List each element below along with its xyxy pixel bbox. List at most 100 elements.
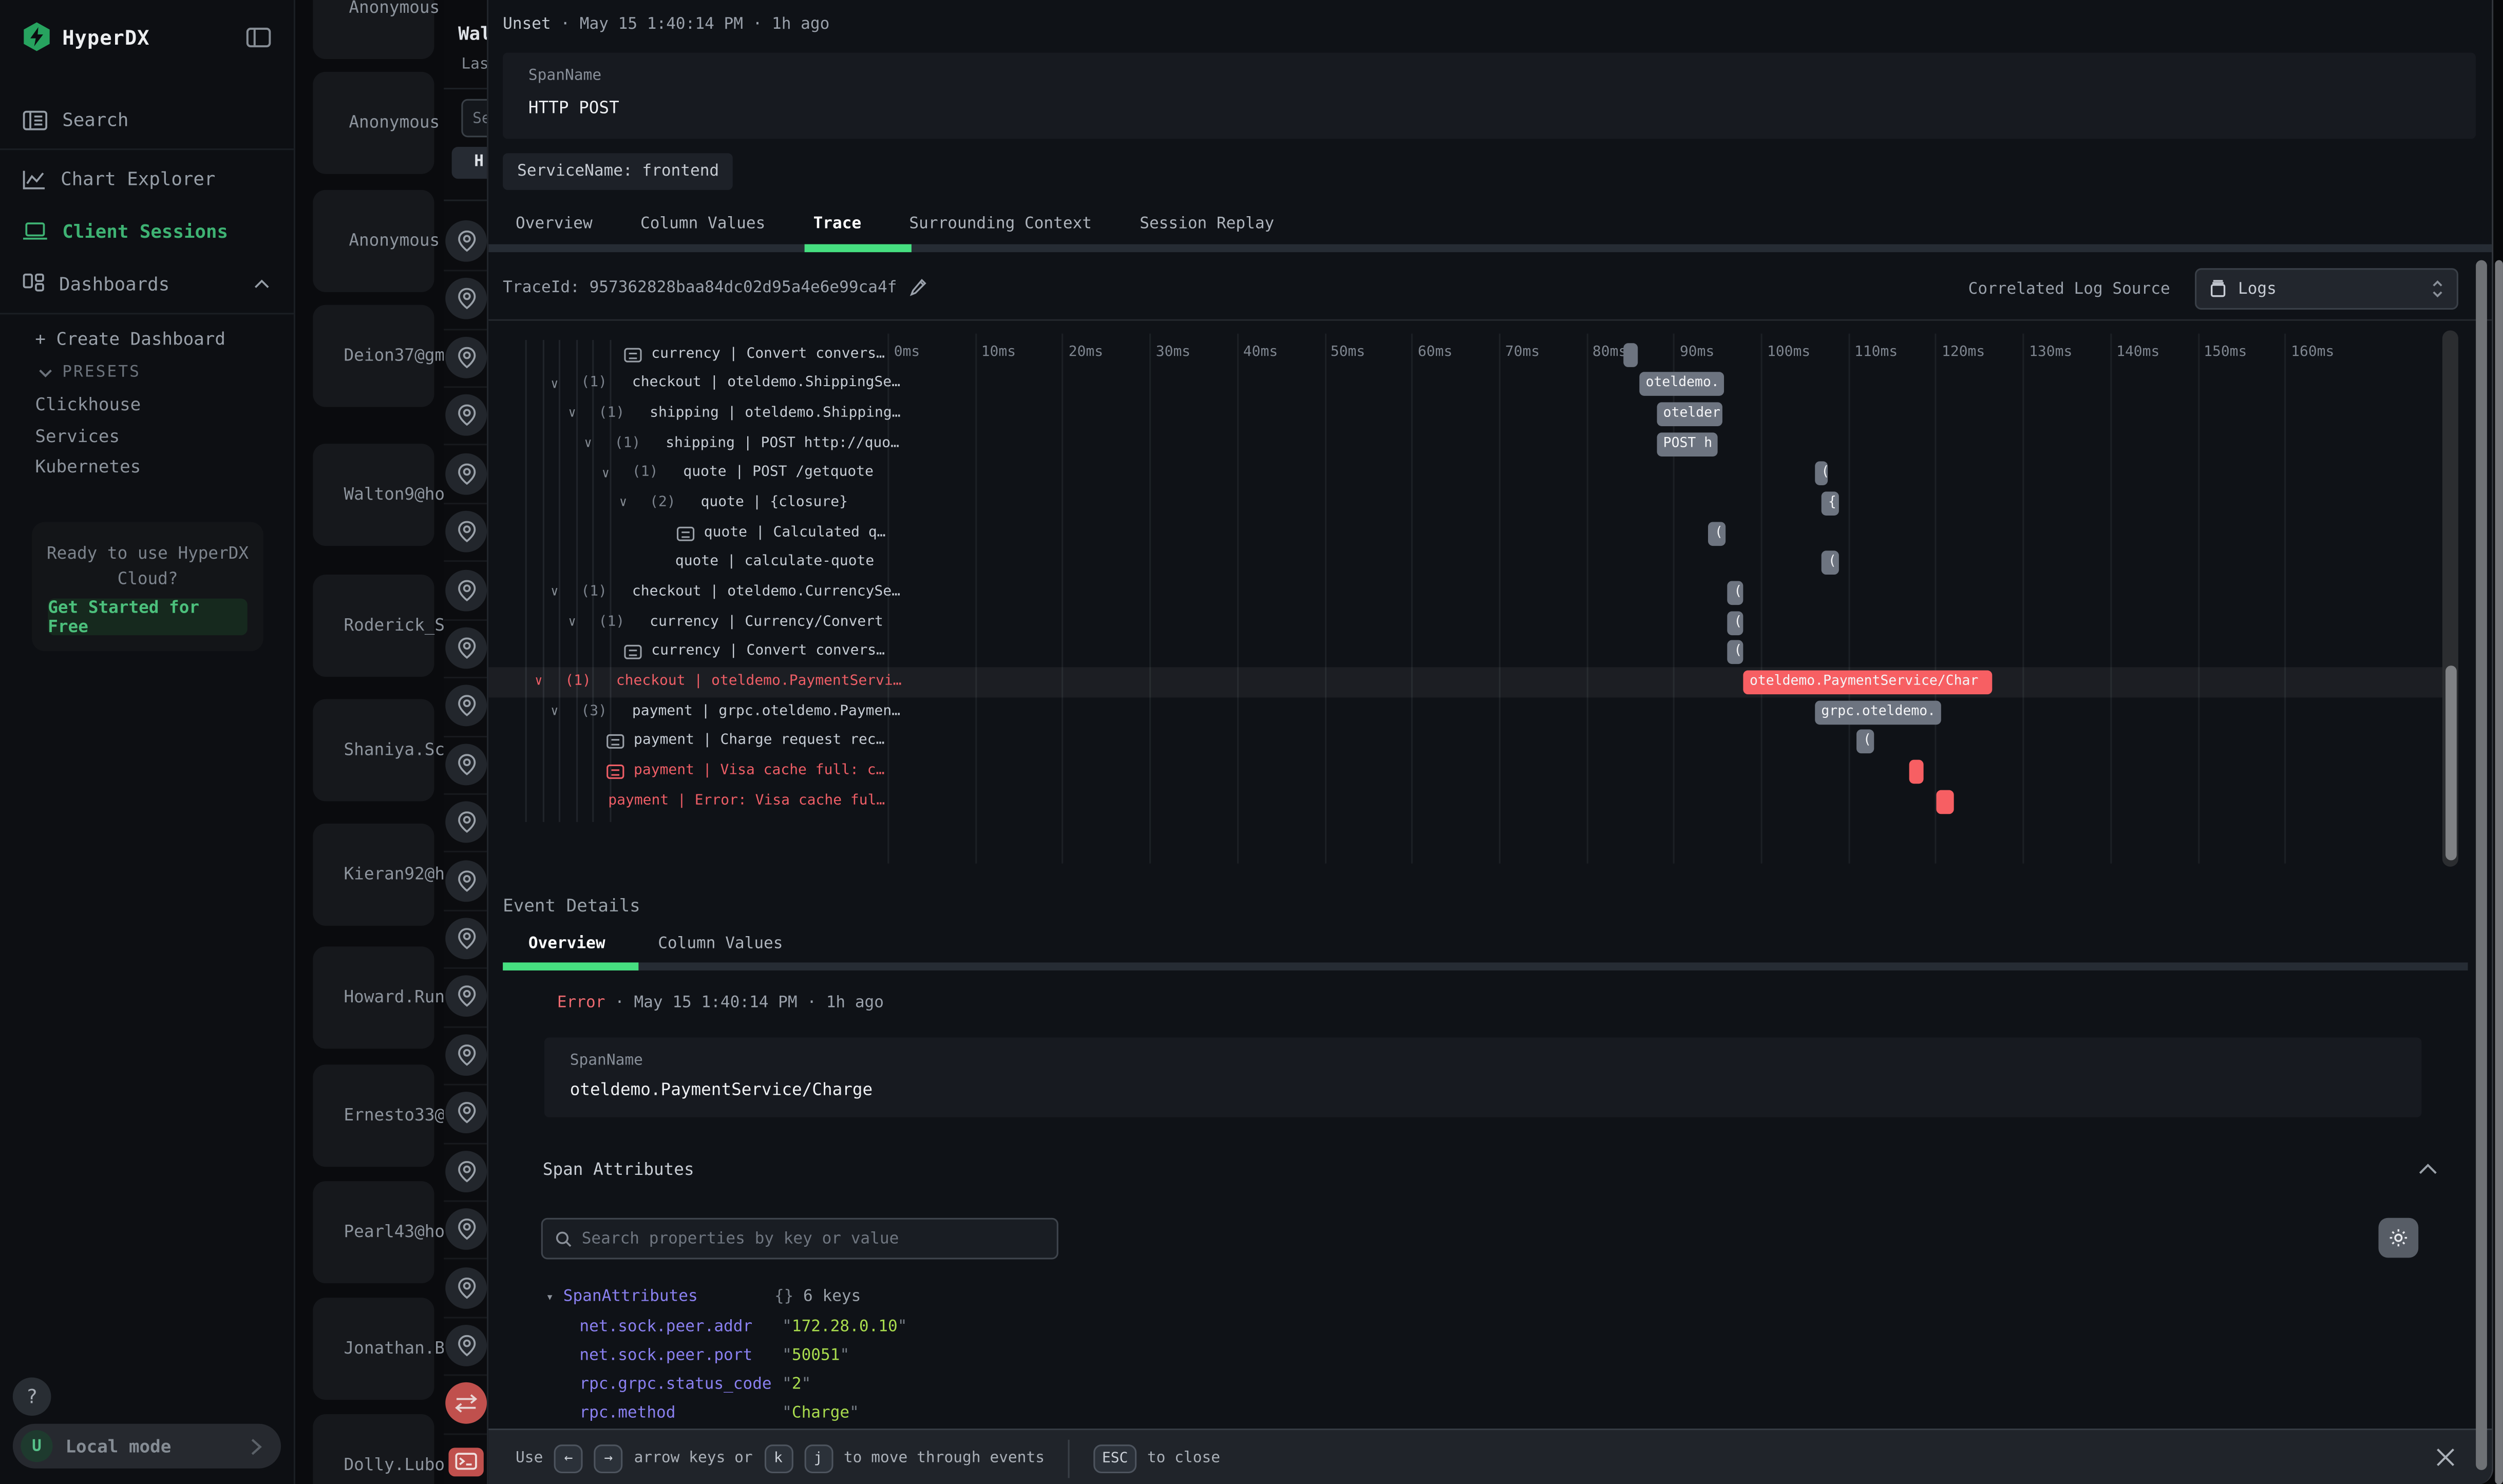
- search-input-fragment[interactable]: Sea: [461, 99, 487, 138]
- session-list-item[interactable]: Deion37@gm: [313, 305, 434, 407]
- window-scrollbar[interactable]: [2494, 260, 2502, 1484]
- attribute-group-row[interactable]: ▾ SpanAttributes {} 6 keys: [546, 1288, 861, 1305]
- location-pin-icon[interactable]: [445, 627, 487, 669]
- log-source-select[interactable]: Logs: [2195, 268, 2458, 310]
- location-pin-icon[interactable]: [445, 395, 487, 436]
- sidebar-item-dashboards[interactable]: Dashboards: [0, 260, 295, 308]
- trace-span-row[interactable]: shipping | oteldemo.Shipping…: [650, 405, 900, 421]
- session-list-item[interactable]: Anonymous: [313, 0, 434, 59]
- location-pin-icon[interactable]: [445, 453, 487, 494]
- session-list-item[interactable]: Walton9@ho: [313, 444, 434, 546]
- session-list-item[interactable]: Ernesto33@: [313, 1064, 434, 1167]
- trace-span-row[interactable]: quote | {closure}: [701, 494, 848, 510]
- event-tab-column-values[interactable]: Column Values: [658, 936, 783, 953]
- location-pin-icon[interactable]: [445, 1092, 487, 1134]
- location-pin-icon[interactable]: [445, 1267, 487, 1308]
- session-list-item[interactable]: Roderick_S: [313, 575, 434, 677]
- chevron-down-icon[interactable]: ∨: [584, 436, 592, 450]
- edit-pencil-icon[interactable]: [909, 278, 927, 297]
- service-chip[interactable]: ServiceName: frontend: [503, 153, 733, 189]
- session-list-item[interactable]: Dolly.Lubo: [313, 1414, 434, 1484]
- location-pin-icon[interactable]: [445, 918, 487, 959]
- span-duration-bar[interactable]: oteldemo.: [1639, 372, 1724, 396]
- presets-toggle[interactable]: PRESETS: [39, 364, 141, 382]
- session-list-item[interactable]: Jonathan.B: [313, 1298, 434, 1400]
- trace-span-row[interactable]: quote | calculate-quote: [675, 554, 874, 570]
- chevron-down-icon[interactable]: ∨: [602, 466, 610, 480]
- trace-span-row[interactable]: quote | POST /getquote: [683, 465, 874, 481]
- location-pin-icon[interactable]: [445, 686, 487, 727]
- location-pin-icon[interactable]: [445, 976, 487, 1018]
- location-pin-icon[interactable]: [445, 1150, 487, 1192]
- button-fragment[interactable]: H: [452, 147, 487, 179]
- span-duration-bar[interactable]: (: [1709, 521, 1726, 545]
- sidebar-item-preset-services[interactable]: Services: [35, 425, 120, 446]
- tab-trace[interactable]: Trace: [813, 216, 862, 233]
- trace-span-row[interactable]: payment | Visa cache full: c…: [634, 763, 884, 779]
- attributes-search-input[interactable]: [582, 1230, 1044, 1247]
- span-duration-bar[interactable]: otelder: [1657, 402, 1722, 426]
- collapse-sidebar-icon[interactable]: [246, 27, 272, 48]
- modal-scrollbar[interactable]: [2475, 260, 2487, 1470]
- chevron-down-icon[interactable]: ∨: [551, 585, 558, 599]
- session-list-item[interactable]: Anonymous: [313, 190, 434, 292]
- close-icon[interactable]: [2431, 1443, 2460, 1472]
- span-duration-bar[interactable]: (: [1728, 611, 1743, 635]
- span-duration-bar[interactable]: [1936, 790, 1954, 814]
- attribute-key[interactable]: rpc.method: [579, 1404, 675, 1422]
- session-list-item[interactable]: Anonymous: [313, 72, 434, 174]
- trace-span-row[interactable]: payment | grpc.oteldemo.Paymen…: [632, 703, 900, 719]
- span-duration-bar[interactable]: oteldemo.PaymentService/Char: [1743, 670, 1993, 694]
- chevron-down-icon[interactable]: ∨: [619, 496, 627, 510]
- location-pin-icon[interactable]: [445, 860, 487, 901]
- span-duration-bar[interactable]: [1909, 760, 1924, 784]
- span-duration-bar[interactable]: (: [1728, 640, 1743, 664]
- location-pin-icon[interactable]: [445, 569, 487, 611]
- waterfall-scrollbar-thumb[interactable]: [2445, 665, 2456, 860]
- span-duration-bar[interactable]: grpc.oteldemo.: [1815, 700, 1942, 725]
- location-pin-icon[interactable]: [445, 1208, 487, 1250]
- span-duration-bar[interactable]: (: [1728, 581, 1743, 605]
- session-list-item[interactable]: Shaniya.Sc: [313, 699, 434, 801]
- span-duration-bar[interactable]: {: [1822, 491, 1840, 516]
- trace-span-row[interactable]: checkout | oteldemo.CurrencySe…: [632, 584, 900, 600]
- tab-column-values[interactable]: Column Values: [640, 216, 765, 233]
- gear-icon[interactable]: [2379, 1218, 2419, 1258]
- chevron-down-icon[interactable]: ∨: [551, 376, 558, 391]
- collapse-section-icon[interactable]: [2418, 1164, 2437, 1175]
- trace-span-row[interactable]: shipping | POST http://quo…: [666, 435, 899, 451]
- span-duration-bar[interactable]: POST h: [1657, 432, 1717, 456]
- span-duration-bar[interactable]: [1623, 343, 1638, 367]
- location-pin-icon[interactable]: [445, 511, 487, 553]
- span-duration-bar[interactable]: (: [1815, 462, 1828, 486]
- chevron-down-icon[interactable]: ∨: [551, 704, 558, 718]
- attribute-key[interactable]: net.sock.peer.port: [579, 1347, 752, 1364]
- location-pin-icon[interactable]: [445, 1034, 487, 1076]
- trace-span-row[interactable]: currency | Convert convers…: [651, 644, 885, 660]
- chevron-down-icon[interactable]: ∨: [535, 674, 542, 689]
- tab-overview[interactable]: Overview: [516, 216, 593, 233]
- swap-arrows-icon[interactable]: [445, 1383, 487, 1424]
- help-button[interactable]: ?: [13, 1378, 51, 1416]
- span-duration-bar[interactable]: (: [1857, 730, 1874, 754]
- get-started-button[interactable]: Get Started for Free: [48, 599, 248, 635]
- sidebar-item-search[interactable]: Search: [0, 96, 295, 144]
- create-dashboard-button[interactable]: + Create Dashboard: [35, 329, 225, 349]
- session-list-item[interactable]: Kieran92@h: [313, 824, 434, 926]
- session-list-item[interactable]: Pearl43@ho: [313, 1181, 434, 1283]
- span-duration-bar[interactable]: (: [1822, 551, 1840, 575]
- tab-session-replay[interactable]: Session Replay: [1140, 216, 1274, 233]
- location-pin-icon[interactable]: [445, 336, 487, 378]
- attribute-key[interactable]: net.sock.peer.addr: [579, 1319, 752, 1336]
- terminal-icon[interactable]: [448, 1448, 483, 1476]
- attribute-key[interactable]: rpc.grpc.status_code: [579, 1376, 771, 1393]
- chevron-down-icon[interactable]: ∨: [568, 615, 576, 629]
- location-pin-icon[interactable]: [445, 1325, 487, 1366]
- trace-span-row[interactable]: payment | Charge request rec…: [634, 733, 884, 749]
- event-tab-overview[interactable]: Overview: [528, 936, 605, 953]
- trace-span-row[interactable]: currency | Convert convers…: [651, 346, 885, 362]
- trace-span-row[interactable]: checkout | oteldemo.ShippingSe…: [632, 375, 900, 391]
- tab-surrounding-context[interactable]: Surrounding Context: [909, 216, 1092, 233]
- sidebar-item-preset-clickhouse[interactable]: Clickhouse: [35, 394, 141, 415]
- trace-span-row[interactable]: quote | Calculated q…: [704, 524, 886, 540]
